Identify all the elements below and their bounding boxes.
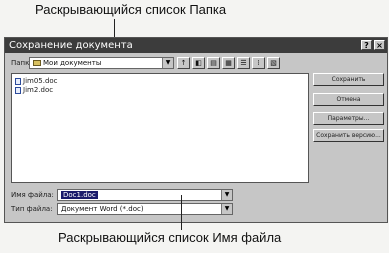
filetype-dropdown[interactable]: Документ Word (*.doc) ▼ xyxy=(57,203,233,215)
file-name: Jim2.doc xyxy=(23,86,54,94)
chevron-down-icon[interactable]: ▼ xyxy=(162,58,173,68)
list-item[interactable]: Jim05.doc xyxy=(15,77,58,85)
document-icon xyxy=(15,77,21,85)
up-one-level-button[interactable]: ↑ xyxy=(177,57,190,69)
close-button[interactable]: × xyxy=(374,40,385,50)
file-list[interactable]: Jim05.doc Jim2.doc xyxy=(11,73,309,183)
preview-button[interactable]: ▧ xyxy=(267,57,280,69)
filename-list-callout: Раскрывающийся список Имя файла xyxy=(58,230,282,245)
filename-label: Имя файла: xyxy=(11,191,54,199)
list-item[interactable]: Jim2.doc xyxy=(15,86,53,94)
filetype-label: Тип файла: xyxy=(11,205,53,213)
document-icon xyxy=(15,86,21,94)
folder-value: Мои документы xyxy=(43,59,102,67)
file-name: Jim05.doc xyxy=(23,77,58,85)
save-button[interactable]: Сохранить xyxy=(313,73,384,86)
details-view-button[interactable]: ⁞ xyxy=(252,57,265,69)
chevron-down-icon[interactable]: ▼ xyxy=(221,190,232,200)
filename-input[interactable]: Doc1.doc ▼ xyxy=(57,189,233,201)
filetype-value: Документ Word (*.doc) xyxy=(61,205,144,213)
save-version-button[interactable]: Сохранить версию... xyxy=(313,129,384,142)
list-view-button[interactable]: ☰ xyxy=(237,57,250,69)
save-dialog: Сохранение документа ? × Папка: Мои доку… xyxy=(4,37,388,223)
desktop-button[interactable]: ◧ xyxy=(192,57,205,69)
folder-icon xyxy=(33,60,41,66)
filename-value: Doc1.doc xyxy=(61,191,98,199)
dialog-title: Сохранение документа xyxy=(9,40,133,51)
folder-list-callout: Раскрывающийся список Папка xyxy=(35,2,227,17)
chevron-down-icon[interactable]: ▼ xyxy=(221,204,232,214)
options-button[interactable]: Параметры... xyxy=(313,112,384,125)
filename-callout-leader xyxy=(181,195,182,230)
cancel-button[interactable]: Отмена xyxy=(313,93,384,106)
folder-dropdown[interactable]: Мои документы ▼ xyxy=(29,57,174,69)
dialog-titlebar: Сохранение документа ? × xyxy=(5,38,387,53)
new-folder-button[interactable]: ▦ xyxy=(222,57,235,69)
favorites-button[interactable]: ▤ xyxy=(207,57,220,69)
help-button[interactable]: ? xyxy=(361,40,372,50)
